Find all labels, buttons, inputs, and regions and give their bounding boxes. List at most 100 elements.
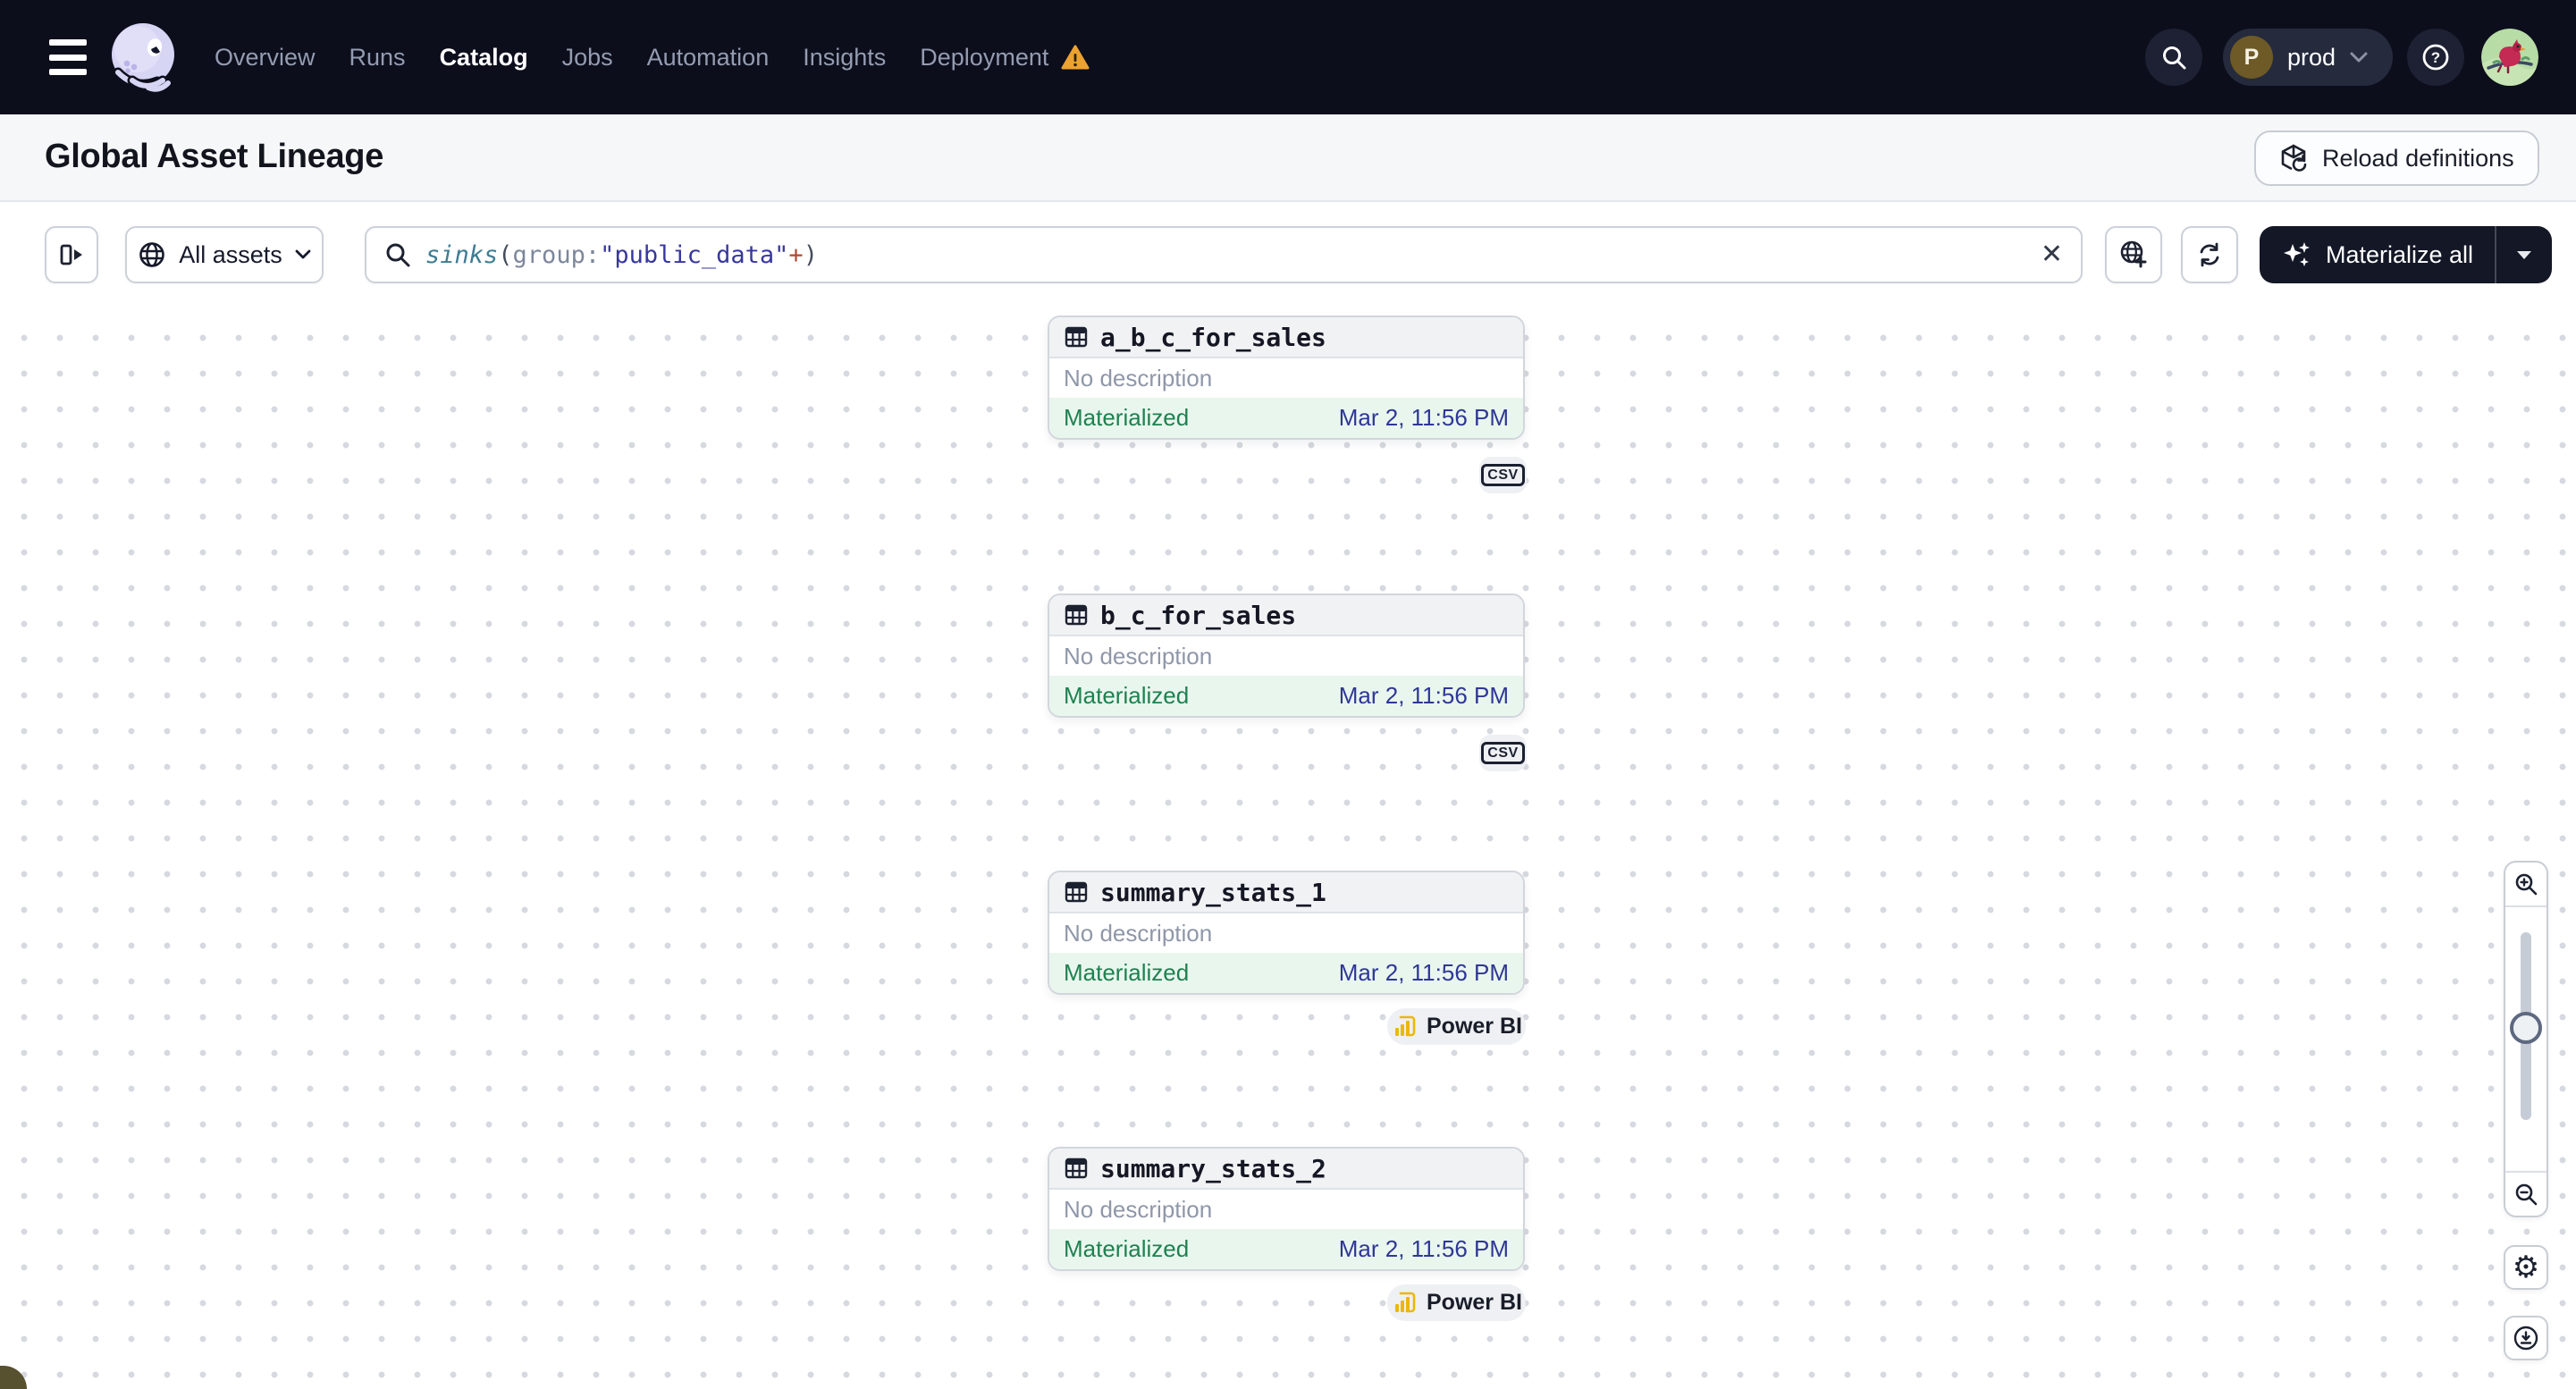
query-text: sinks(group:"public_data"+) bbox=[425, 241, 818, 269]
environment-initial: P bbox=[2230, 36, 2273, 79]
status-badge: Materialized bbox=[1064, 1235, 1190, 1262]
reload-label: Reload definitions bbox=[2322, 144, 2514, 172]
csv-icon: CSV bbox=[1481, 463, 1525, 487]
asset-description: No description bbox=[1064, 642, 1213, 669]
asset-status-row: Materialized Mar 2, 11:56 PM bbox=[1049, 953, 1523, 993]
asset-selection-search-input[interactable]: sinks(group:"public_data"+) ✕ bbox=[365, 226, 2083, 283]
materialize-all-label: Materialize all bbox=[2325, 240, 2474, 268]
query-attribute: group: bbox=[512, 240, 601, 269]
hamburger-menu-icon[interactable] bbox=[49, 39, 88, 75]
query-function: sinks bbox=[425, 240, 499, 269]
asset-node-header: b_c_for_sales bbox=[1049, 595, 1523, 636]
csv-icon: CSV bbox=[1481, 741, 1525, 765]
chevron-down-icon bbox=[295, 249, 311, 260]
nav-item-label: Jobs bbox=[561, 43, 613, 71]
nav-item-label: Runs bbox=[349, 43, 406, 71]
help-icon[interactable]: ? bbox=[2407, 29, 2464, 86]
nav-item-jobs[interactable]: Jobs bbox=[562, 44, 613, 72]
asset-node-header: summary_stats_1 bbox=[1049, 872, 1523, 913]
nav-item-label: Automation bbox=[646, 43, 770, 71]
materialize-all-split-button: Materialize all bbox=[2260, 226, 2552, 283]
asset-name: b_c_for_sales bbox=[1100, 600, 1297, 630]
asset-filter-label: All assets bbox=[179, 240, 282, 268]
reload-icon bbox=[2279, 143, 2310, 173]
graph-settings-gear-icon[interactable]: ⚙ bbox=[2504, 1245, 2548, 1290]
nav-item-label: Catalog bbox=[439, 43, 528, 71]
download-graph-icon[interactable] bbox=[2504, 1316, 2548, 1360]
zoom-slider bbox=[2505, 907, 2547, 1171]
power-bi-icon bbox=[1391, 1014, 1418, 1040]
search-icon[interactable] bbox=[2145, 29, 2202, 86]
asset-node-header: summary_stats_2 bbox=[1049, 1149, 1523, 1190]
asset-status-row: Materialized Mar 2, 11:56 PM bbox=[1049, 1229, 1523, 1269]
nav-item-catalog[interactable]: Catalog bbox=[440, 44, 528, 72]
materialization-timestamp[interactable]: Mar 2, 11:56 PM bbox=[1339, 959, 1509, 987]
materialize-options-caret[interactable] bbox=[2496, 226, 2552, 283]
table-icon bbox=[1064, 1156, 1089, 1181]
clear-search-icon[interactable]: ✕ bbox=[2041, 241, 2063, 268]
zoom-out-icon[interactable] bbox=[2505, 1171, 2547, 1216]
nav-item-insights[interactable]: Insights bbox=[803, 44, 886, 72]
power-bi-icon bbox=[1391, 1290, 1418, 1317]
globe-icon bbox=[138, 240, 166, 269]
asset-name: a_b_c_for_sales bbox=[1100, 322, 1326, 352]
refresh-icon[interactable] bbox=[2181, 226, 2238, 283]
asset-description: No description bbox=[1064, 1195, 1213, 1223]
nav-item-label: Overview bbox=[215, 43, 316, 71]
asset-node-summary-stats-1[interactable]: summary_stats_1 No description Materiali… bbox=[1048, 871, 1525, 995]
materialization-timestamp[interactable]: Mar 2, 11:56 PM bbox=[1339, 682, 1509, 710]
page-header: Global Asset Lineage Reload definitions bbox=[0, 114, 2576, 202]
materialization-timestamp[interactable]: Mar 2, 11:56 PM bbox=[1339, 1235, 1509, 1263]
asset-name: summary_stats_2 bbox=[1100, 1153, 1326, 1183]
zoom-in-icon[interactable] bbox=[2505, 863, 2547, 907]
warning-icon bbox=[1061, 45, 1090, 71]
nav-item-automation[interactable]: Automation bbox=[647, 44, 770, 72]
nav-item-label: Deployment bbox=[920, 43, 1049, 71]
primary-nav: Overview Runs Catalog Jobs Automation In… bbox=[215, 0, 1090, 114]
nav-item-label: Insights bbox=[803, 43, 887, 71]
asset-description: No description bbox=[1064, 919, 1213, 947]
query-value: "public_data" bbox=[600, 240, 789, 269]
asset-node-header: a_b_c_for_sales bbox=[1049, 317, 1523, 358]
zoom-control-panel bbox=[2504, 861, 2548, 1217]
query-paren: ) bbox=[803, 240, 818, 269]
asset-node-summary-stats-2[interactable]: summary_stats_2 No description Materiali… bbox=[1048, 1147, 1525, 1271]
materialization-timestamp[interactable]: Mar 2, 11:56 PM bbox=[1339, 404, 1509, 432]
avatar[interactable] bbox=[2481, 29, 2538, 86]
top-nav-bar: Overview Runs Catalog Jobs Automation In… bbox=[0, 0, 2576, 114]
nav-item-overview[interactable]: Overview bbox=[215, 44, 316, 72]
page-title: Global Asset Lineage bbox=[45, 138, 384, 175]
chevron-down-icon bbox=[2350, 52, 2368, 63]
power-bi-label: Power BI bbox=[1427, 1014, 1522, 1039]
lineage-canvas[interactable]: All assets sinks(group:"public_data"+) ✕ bbox=[0, 202, 2576, 1389]
kind-badge-power-bi[interactable]: Power BI bbox=[1387, 1284, 1526, 1321]
table-icon bbox=[1064, 880, 1089, 905]
kind-badge-csv[interactable]: CSV bbox=[1479, 457, 1527, 493]
asset-status-row: Materialized Mar 2, 11:56 PM bbox=[1049, 676, 1523, 716]
nav-item-deployment[interactable]: Deployment bbox=[920, 44, 1090, 72]
materialize-all-button[interactable]: Materialize all bbox=[2260, 226, 2495, 283]
asset-filter-dropdown[interactable]: All assets bbox=[125, 226, 324, 283]
asset-node-a-b-c-for-sales[interactable]: a_b_c_for_sales No description Materiali… bbox=[1048, 316, 1525, 440]
open-sidebar-button[interactable] bbox=[45, 226, 98, 283]
asset-name: summary_stats_1 bbox=[1100, 877, 1326, 907]
asset-status-row: Materialized Mar 2, 11:56 PM bbox=[1049, 398, 1523, 438]
asset-node-b-c-for-sales[interactable]: b_c_for_sales No description Materialize… bbox=[1048, 593, 1525, 718]
kind-badge-csv[interactable]: CSV bbox=[1479, 735, 1527, 771]
asset-description: No description bbox=[1064, 364, 1213, 391]
query-paren: ( bbox=[498, 240, 513, 269]
nav-item-runs[interactable]: Runs bbox=[349, 44, 406, 72]
sparkles-icon bbox=[2281, 239, 2313, 271]
table-icon bbox=[1064, 324, 1089, 349]
dagster-logo[interactable] bbox=[102, 16, 184, 98]
status-badge: Materialized bbox=[1064, 959, 1190, 986]
magnifier-icon bbox=[384, 241, 411, 268]
table-icon bbox=[1064, 602, 1089, 627]
add-to-selection-button[interactable] bbox=[2105, 226, 2162, 283]
kind-badge-power-bi[interactable]: Power BI bbox=[1387, 1008, 1526, 1045]
environment-switcher[interactable]: P prod bbox=[2223, 29, 2393, 86]
status-badge: Materialized bbox=[1064, 682, 1190, 709]
svg-text:?: ? bbox=[2431, 49, 2440, 66]
zoom-slider-handle[interactable] bbox=[2510, 1012, 2542, 1044]
reload-definitions-button[interactable]: Reload definitions bbox=[2254, 130, 2539, 186]
